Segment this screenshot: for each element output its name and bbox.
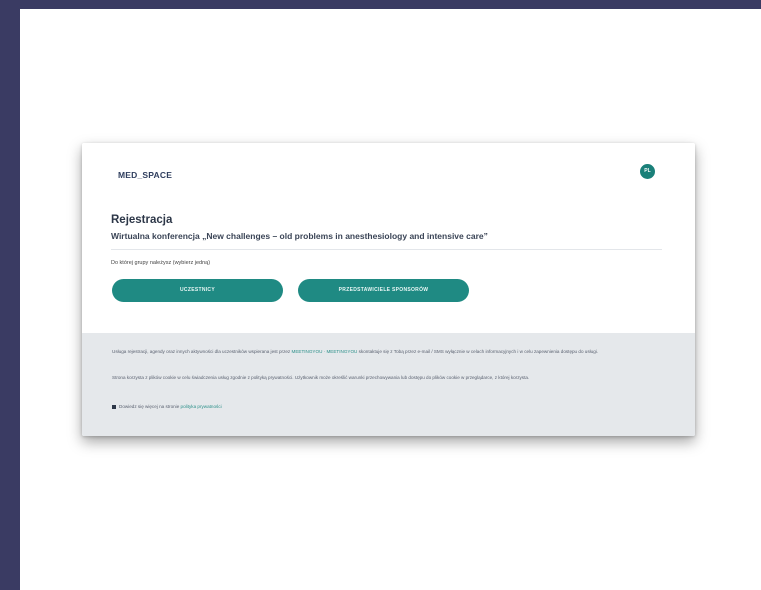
info-footer: Usługa rejestracji, agendy oraz innych a… [82, 333, 695, 436]
registration-card: MED_SPACE PL Rejestracja Wirtualna konfe… [82, 143, 695, 436]
privacy-policy-link[interactable]: polityka prywatności [181, 404, 222, 409]
group-question: Do której grupy należysz (wybierz jedną) [111, 260, 211, 266]
language-badge[interactable]: PL [640, 164, 655, 179]
privacy-text: Dowiedz się więcej na stronie [119, 404, 181, 409]
card-body: MED_SPACE PL Rejestracja Wirtualna konfe… [82, 143, 695, 333]
page-title: Rejestracja [111, 214, 173, 226]
info-square-icon [112, 404, 116, 409]
cookie-notice: Strona korzysta z plików cookie w celu ś… [112, 375, 530, 380]
participants-button[interactable]: UCZESTNICY [112, 279, 283, 302]
divider [111, 249, 662, 250]
page-canvas: MED_SPACE PL Rejestracja Wirtualna konfe… [20, 9, 761, 590]
meetingyou-link[interactable]: MEETINGYOU · MEETINGYOU [292, 349, 358, 354]
sponsors-button[interactable]: PRZEDSTAWICIELE SPONSORÓW [298, 279, 469, 302]
service-notice: Usługa rejestracji, agendy oraz innych a… [112, 348, 672, 356]
service-notice-text-b: skontaktuje się z Tobą przez e-mail / SM… [357, 349, 599, 354]
privacy-line: Dowiedz się więcej na stronie polityka p… [112, 403, 672, 411]
logo[interactable]: MED_SPACE [118, 170, 172, 180]
service-notice-text-a: Usługa rejestracji, agendy oraz innych a… [112, 349, 292, 354]
conference-subtitle: Wirtualna konferencja „New challenges – … [111, 231, 488, 241]
